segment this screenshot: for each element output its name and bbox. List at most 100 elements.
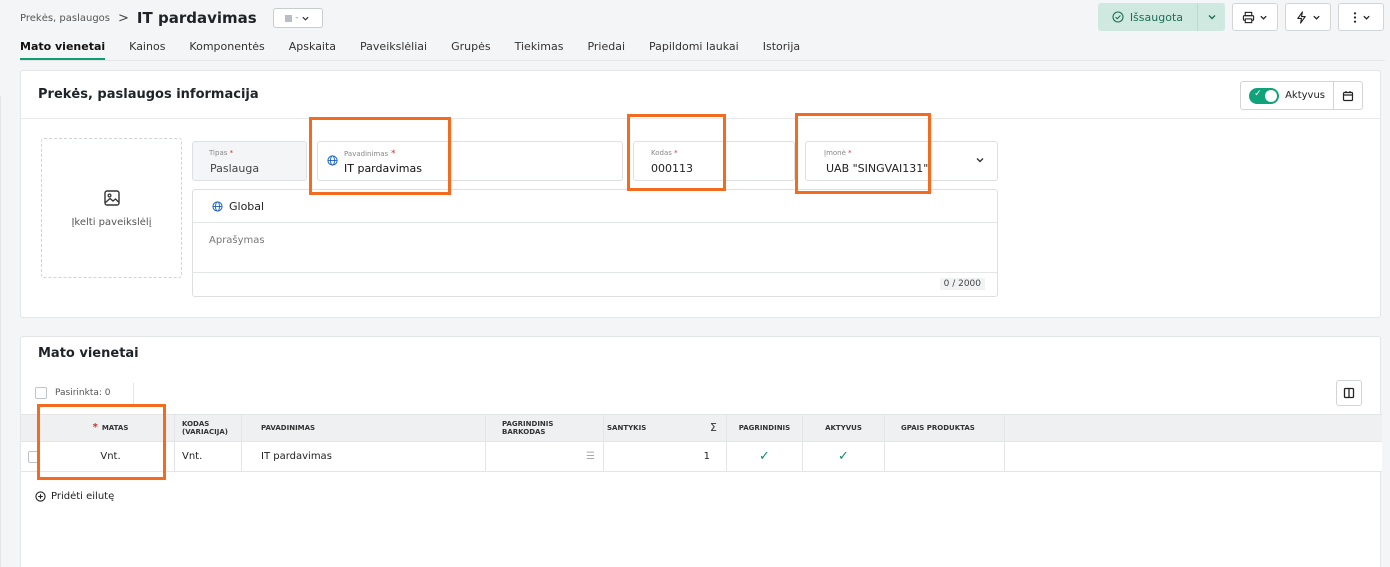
header-checkbox-cell <box>21 415 47 441</box>
type-value: Paslauga <box>210 162 260 175</box>
tab-kainos[interactable]: Kainos <box>129 40 165 60</box>
save-options-button[interactable] <box>1197 3 1225 31</box>
tab-grupes[interactable]: Grupės <box>451 40 491 60</box>
name-field[interactable]: Pavadinimas * IT pardavimas <box>317 141 623 181</box>
toggle-knob <box>1265 89 1278 102</box>
calendar-icon <box>1342 90 1354 101</box>
table-header: * MATAS KODAS (VARIACIJA) PAVADINIMAS PAGR… <box>21 414 1382 442</box>
company-value: UAB "SINGVAI131" <box>826 162 929 175</box>
row-checkbox-cell <box>21 442 47 471</box>
code-field[interactable]: Kodas * 000113 <box>633 141 795 181</box>
product-info-card: Prekės, paslaugos informacija ✓ Aktyvus … <box>20 70 1381 318</box>
menu-lines-icon: ☰ <box>586 451 595 462</box>
breadcrumb-separator: > <box>118 10 129 26</box>
more-vertical-icon <box>1353 11 1356 23</box>
image-upload-area[interactable]: Įkelti paveikslėlį <box>41 138 182 278</box>
column-header-matas[interactable]: * MATAS <box>47 415 175 441</box>
tab-divider <box>20 60 1385 61</box>
tab-komponentes[interactable]: Komponentės <box>189 40 264 60</box>
globe-icon <box>327 155 338 166</box>
info-card-title: Prekės, paslaugos informacija <box>38 87 259 102</box>
active-toggle[interactable]: ✓ Aktyvus <box>1241 82 1334 109</box>
plus-circle-icon <box>35 491 46 502</box>
chevron-down-icon <box>976 158 984 163</box>
quick-actions-button[interactable] <box>1285 3 1331 31</box>
breadcrumb-parent[interactable]: Prekės, paslaugos <box>20 13 110 24</box>
column-header-kodas[interactable]: KODAS (VARIACIJA) <box>175 415 242 441</box>
row-checkbox[interactable] <box>28 450 40 463</box>
tab-mato-vienetai[interactable]: Mato vienetai <box>20 40 106 60</box>
more-button[interactable] <box>1338 3 1384 31</box>
chevron-down-icon <box>1260 15 1267 20</box>
column-header-aktyvus[interactable]: AKTYVUS <box>803 415 885 441</box>
chevron-down-icon <box>1208 15 1215 20</box>
tab-priedai[interactable]: Priedai <box>587 40 625 60</box>
description-input[interactable]: Aprašymas <box>209 235 265 246</box>
column-header-barkodas[interactable]: PAGRINDINIS BARKODAS <box>486 415 604 441</box>
cell-aktyvus[interactable]: ✓ <box>803 442 885 471</box>
page-title: IT pardavimas <box>136 9 257 27</box>
upload-label: Įkelti paveikslėlį <box>71 216 152 228</box>
chevron-down-icon <box>1313 15 1320 20</box>
description-editor: Global Aprašymas 0 / 2000 <box>192 189 998 297</box>
code-label: Kodas * <box>651 149 678 157</box>
calendar-button[interactable] <box>1334 82 1362 109</box>
cell-matas[interactable]: Vnt. <box>47 442 175 471</box>
check-circle-icon <box>1112 11 1124 23</box>
active-control-group: ✓ Aktyvus <box>1240 81 1363 110</box>
selected-count: Pasirinkta: 0 <box>55 388 111 398</box>
sigma-icon[interactable]: Σ <box>710 422 717 433</box>
toggle-switch[interactable]: ✓ <box>1249 87 1280 104</box>
save-button[interactable]: Išsaugota <box>1098 3 1197 31</box>
description-language: Global <box>229 199 265 213</box>
check-icon: ✓ <box>838 449 849 464</box>
select-all-checkbox[interactable] <box>35 387 47 399</box>
cell-gpais[interactable] <box>885 442 1005 471</box>
column-header-santykis[interactable]: SANTYKIS Σ <box>604 415 727 441</box>
chevron-down-icon <box>1362 15 1370 20</box>
units-card: Mato vienetai Pasirinkta: 0 * MATAS KODAS… <box>20 336 1382 567</box>
active-label: Aktyvus <box>1285 90 1325 101</box>
print-button[interactable] <box>1232 3 1278 31</box>
code-value: 000113 <box>651 162 693 175</box>
tab-apskaita[interactable]: Apskaita <box>289 40 336 60</box>
status-square-icon <box>285 14 293 22</box>
type-field[interactable]: Tipas * Paslauga <box>192 141 307 181</box>
add-row-button[interactable]: Pridėti eilutę <box>35 491 114 502</box>
table-row[interactable]: Vnt. Vnt. IT pardavimas ☰ 1 ✓ ✓ <box>21 442 1382 472</box>
cell-pagrindinis[interactable]: ✓ <box>727 442 803 471</box>
left-edge-line <box>0 96 1 567</box>
company-select[interactable]: Įmonė * UAB "SINGVAI131" <box>805 141 998 181</box>
tab-papildomi-laukai[interactable]: Papildomi laukai <box>649 40 739 60</box>
image-icon <box>103 189 120 206</box>
selection-summary: Pasirinkta: 0 <box>35 387 111 399</box>
status-value: - <box>295 13 299 23</box>
selection-separator <box>133 383 134 405</box>
units-card-title: Mato vienetai <box>38 346 139 361</box>
add-row-label: Pridėti eilutę <box>51 491 115 502</box>
tab-tiekimas[interactable]: Tiekimas <box>515 40 564 60</box>
units-table: * MATAS KODAS (VARIACIJA) PAVADINIMAS PAGR… <box>21 414 1382 472</box>
type-label: Tipas * <box>209 149 234 157</box>
cell-pavadinimas[interactable]: IT pardavimas <box>242 442 486 471</box>
printer-icon <box>1242 11 1255 23</box>
columns-button[interactable] <box>1336 380 1362 406</box>
cell-barkodas[interactable]: ☰ <box>486 442 604 471</box>
column-header-gpais[interactable]: GPAIS PRODUKTAS <box>885 415 1005 441</box>
check-icon: ✓ <box>1254 88 1262 99</box>
breadcrumb: Prekės, paslaugos > IT pardavimas - <box>20 8 323 28</box>
column-header-pavadinimas[interactable]: PAVADINIMAS <box>242 415 486 441</box>
company-label: Įmonė * <box>824 149 852 157</box>
tab-paveiksleliai[interactable]: Paveikslėliai <box>360 40 427 60</box>
status-select[interactable]: - <box>272 8 323 28</box>
info-card-divider <box>21 118 1380 119</box>
name-value: IT pardavimas <box>344 162 422 175</box>
tab-istorija[interactable]: Istorija <box>763 40 800 60</box>
cell-kodas[interactable]: Vnt. <box>175 442 242 471</box>
name-label: Pavadinimas * <box>344 149 396 159</box>
column-header-pagrindinis[interactable]: PAGRINDINIS <box>727 415 803 441</box>
cell-santykis[interactable]: 1 <box>604 442 727 471</box>
save-label: Išsaugota <box>1129 10 1183 24</box>
description-language-tab[interactable]: Global <box>193 190 997 223</box>
globe-icon <box>212 200 223 212</box>
